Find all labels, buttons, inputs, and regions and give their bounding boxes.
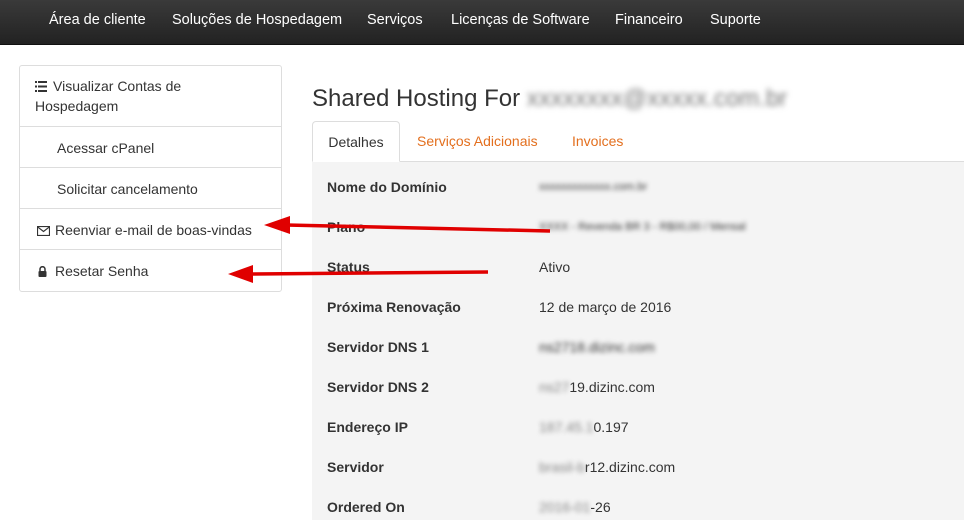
detail-value-redacted: ns27 <box>539 379 570 395</box>
detail-value-visible: 19.dizinc.com <box>569 379 655 395</box>
detail-value-redacted: brasil-b <box>539 459 585 475</box>
detail-label: Servidor DNS 1 <box>327 339 429 355</box>
nav-licencas-software[interactable]: Licenças de Software <box>451 12 590 28</box>
nav-financeiro[interactable]: Financeiro <box>615 12 683 28</box>
nav-servicos[interactable]: Serviços <box>367 12 423 28</box>
detail-value-visible: 0.197 <box>593 419 629 435</box>
details-panel: Nome do Domínio xxxxxxxxxxxxx.com.br Pla… <box>312 162 964 520</box>
tab-invoices[interactable]: Invoices <box>572 121 623 162</box>
sidebar-item-label: Acessar cPanel <box>57 140 155 156</box>
sidebar-item-acessar-cpanel[interactable]: Acessar cPanel <box>20 127 281 168</box>
detail-value-visible: -26 <box>590 499 611 515</box>
sidebar-menu: Visualizar Contas de Hospedagem Acessar … <box>19 65 282 292</box>
detail-value: 187.45.10.197 <box>539 419 629 435</box>
detail-label: Servidor DNS 2 <box>327 379 429 395</box>
sidebar-item-label: Reenviar e-mail de boas-vindas <box>55 222 252 238</box>
detail-value: ns2719.dizinc.com <box>539 379 655 395</box>
detail-label: Nome do Domínio <box>327 179 447 195</box>
detail-value: 12 de março de 2016 <box>539 299 672 315</box>
sidebar-item-label: Solicitar cancelamento <box>57 181 198 197</box>
top-navigation: Área de cliente Soluções de Hospedagem S… <box>0 0 964 45</box>
sidebar-item-resetar-senha[interactable]: Resetar Senha <box>20 250 281 291</box>
envelope-icon <box>36 220 55 240</box>
tab-detalhes[interactable]: Detalhes <box>312 121 400 162</box>
detail-value: ns2718.dizinc.com <box>539 339 655 355</box>
detail-value-visible: r12.dizinc.com <box>584 459 676 475</box>
nav-area-cliente[interactable]: Área de cliente <box>49 12 146 28</box>
detail-label: Plano <box>327 219 366 235</box>
detail-label: Próxima Renovação <box>327 299 461 315</box>
sidebar-item-label: Visualizar Contas de Hospedagem <box>35 78 182 114</box>
sidebar-item-visualizar-contas[interactable]: Visualizar Contas de Hospedagem <box>20 66 281 127</box>
tab-servicos-adicionais[interactable]: Serviços Adicionais <box>417 121 538 162</box>
page-title-text: Shared Hosting For <box>312 85 521 112</box>
nav-solucoes-hospedagem[interactable]: Soluções de Hospedagem <box>172 12 342 28</box>
detail-value-redacted: 2016-01 <box>539 499 591 515</box>
detail-value: xxxxxxxxxxxxx.com.br <box>539 181 648 193</box>
detail-value: Ativo <box>539 259 571 275</box>
lock-icon <box>37 261 55 281</box>
detail-label: Endereço IP <box>327 419 408 435</box>
detail-value: brasil-br12.dizinc.com <box>539 459 675 475</box>
detail-value: XXXX - Revenda BR 3 - R$00,00 / Mensal <box>539 221 746 233</box>
detail-label: Ordered On <box>327 499 405 515</box>
sidebar-item-reenviar-email[interactable]: Reenviar e-mail de boas-vindas <box>20 209 281 250</box>
page-title: Shared Hosting For xxxxxxxx@xxxxx.com.br <box>312 85 787 113</box>
page-title-redacted-email: xxxxxxxx@xxxxx.com.br <box>526 85 788 112</box>
detail-value: 2016-01-26 <box>539 499 611 515</box>
detail-value-redacted: 187.45.1 <box>539 419 594 435</box>
list-icon <box>35 76 53 96</box>
sidebar-item-label: Resetar Senha <box>55 263 149 279</box>
detail-label: Servidor <box>327 459 384 475</box>
sidebar-item-solicitar-cancelamento[interactable]: Solicitar cancelamento <box>20 168 281 209</box>
nav-suporte[interactable]: Suporte <box>710 12 761 28</box>
detail-label: Status <box>327 259 370 275</box>
